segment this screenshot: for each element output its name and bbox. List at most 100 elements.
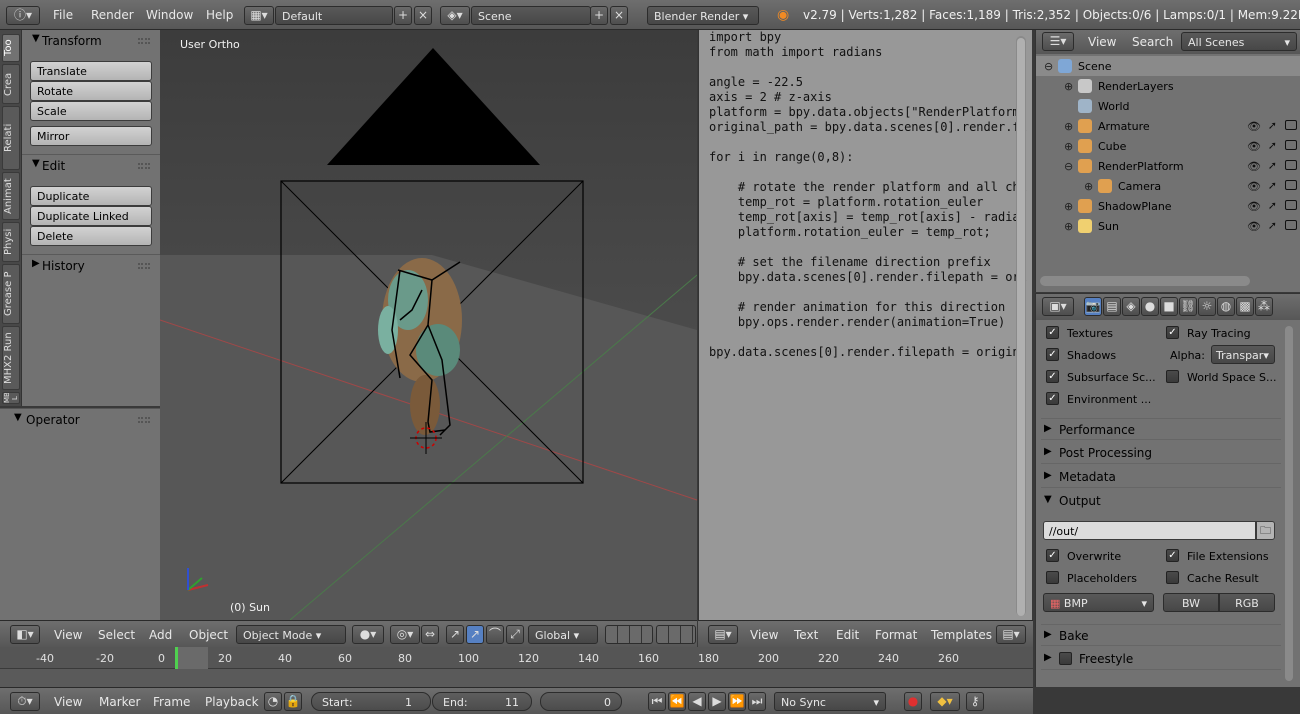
editor-type-outliner-icon[interactable]: ☰▾ — [1042, 32, 1074, 51]
start-frame-field[interactable]: Start: 1 — [311, 692, 431, 711]
menu-select[interactable]: Select — [98, 628, 135, 642]
drag-grip-icon[interactable] — [138, 417, 150, 423]
drag-grip-icon[interactable] — [138, 38, 150, 44]
jump-keyframe-back-icon[interactable]: ⏪ — [668, 692, 686, 711]
render-camera-icon[interactable] — [1285, 140, 1297, 150]
scene-icon[interactable]: ◈▾ — [440, 6, 470, 25]
end-frame-field[interactable]: End: 11 — [432, 692, 532, 711]
pivot-point-icon[interactable]: ◎▾ — [390, 625, 420, 644]
output-path-field[interactable]: //out/ — [1043, 521, 1256, 540]
code-line[interactable]: temp_rot[axis] = temp_rot[axis] - radian — [709, 210, 1027, 225]
jump-end-icon[interactable]: ⏭ — [748, 692, 766, 711]
screen-layout-icon[interactable]: ▦▾ — [244, 6, 274, 25]
alpha-mode-dropdown[interactable]: Transpar▾ — [1211, 345, 1275, 364]
menu-view[interactable]: View — [750, 628, 778, 642]
render-camera-icon[interactable] — [1285, 180, 1297, 190]
subsurface-checkbox[interactable]: ✓ — [1046, 370, 1059, 383]
render-layers-tab-icon[interactable]: ▤ — [1103, 297, 1121, 316]
record-icon[interactable]: ● — [904, 692, 922, 711]
bake-panel-header[interactable]: ▶ Bake — [1041, 624, 1281, 646]
output-panel-header[interactable]: ▼ Output — [1041, 490, 1281, 512]
manipulator-toggle-icon[interactable]: ⇔ — [421, 625, 439, 644]
outliner-item-cube[interactable]: ⊕ Cube 👁 ➚ — [1036, 136, 1300, 156]
code-line[interactable]: platform.rotation_euler = temp_rot; — [709, 225, 1027, 240]
text-editor[interactable]: import bpy from math import radians angle … — [698, 30, 1032, 620]
textures-checkbox[interactable]: ✓ — [1046, 326, 1059, 339]
code-line[interactable]: # set the filename direction prefix — [709, 255, 1027, 270]
viewport-shading-icon[interactable]: ●▾ — [352, 625, 384, 644]
code-line[interactable] — [709, 165, 1027, 180]
visibility-eye-icon[interactable]: 👁 — [1247, 160, 1261, 173]
text-scrollbar[interactable] — [1016, 36, 1026, 616]
code-line[interactable] — [709, 60, 1027, 75]
expand-toggle-icon[interactable]: ⊖ — [1064, 160, 1073, 173]
sync-mode-dropdown[interactable]: No Sync ▾ — [774, 692, 886, 711]
menu-text[interactable]: Text — [794, 628, 818, 642]
editor-type-properties-icon[interactable]: ▣▾ — [1042, 297, 1074, 316]
visibility-eye-icon[interactable]: 👁 — [1247, 200, 1261, 213]
outliner-filter-dropdown[interactable]: All Scenes ▾ — [1181, 32, 1297, 51]
code-line[interactable] — [709, 330, 1027, 345]
manipulator-scale-icon[interactable]: ⤢ — [506, 625, 524, 644]
selectability-cursor-icon[interactable]: ➚ — [1268, 219, 1277, 232]
timeline[interactable]: -40 -20 0 20 40 60 80 100 120 140 160 180 200 220 240 2… — [0, 647, 1033, 687]
outliner-item-renderlayers[interactable]: ⊕ RenderLayers — [1036, 76, 1300, 96]
history-panel-header[interactable]: ▶ History — [22, 254, 160, 276]
texture-tab-icon[interactable]: ▩ — [1236, 297, 1254, 316]
scene-dropdown[interactable]: Scene — [471, 6, 591, 25]
menu-view[interactable]: View — [54, 695, 82, 709]
selectability-cursor-icon[interactable]: ➚ — [1268, 199, 1277, 212]
menu-file[interactable]: File — [53, 8, 73, 22]
code-line[interactable] — [709, 285, 1027, 300]
menu-templates[interactable]: Templates — [931, 628, 992, 642]
menu-object[interactable]: Object — [189, 628, 228, 642]
tab-relations[interactable]: Relati — [2, 106, 20, 170]
code-line[interactable]: angle = -22.5 — [709, 75, 1027, 90]
render-camera-icon[interactable] — [1285, 200, 1297, 210]
transform-panel-header[interactable]: ▼ Transform — [22, 30, 160, 52]
expand-toggle-icon[interactable]: ⊕ — [1064, 120, 1073, 133]
lock-icon[interactable]: 🔒 — [284, 692, 302, 711]
code-line[interactable]: import bpy — [709, 30, 1027, 45]
translate-button[interactable]: Translate — [30, 61, 152, 81]
selectability-cursor-icon[interactable]: ➚ — [1268, 159, 1277, 172]
manipulator-translate-icon[interactable]: ↗ — [446, 625, 464, 644]
keying-set-icon[interactable]: ◆▾ — [930, 692, 960, 711]
code-line[interactable]: temp_rot = platform.rotation_euler — [709, 195, 1027, 210]
add-screen-icon[interactable]: + — [394, 6, 412, 25]
outliner-item-camera[interactable]: ⊕ Camera 👁 ➚ — [1036, 176, 1300, 196]
rgb-button[interactable]: RGB — [1219, 593, 1275, 612]
code-line[interactable]: from math import radians — [709, 45, 1027, 60]
menu-add[interactable]: Add — [149, 628, 172, 642]
code-line[interactable]: # rotate the render platform and all chi — [709, 180, 1027, 195]
folder-icon[interactable]: 🗀 — [1256, 521, 1275, 540]
manipulator-rotate-icon[interactable]: ⌒ — [486, 625, 504, 644]
current-frame-field[interactable]: 0 — [540, 692, 622, 711]
code-line[interactable]: original_path = bpy.data.scenes[0].rende… — [709, 120, 1027, 135]
preview-range-icon[interactable]: ◔ — [264, 692, 282, 711]
operator-panel-header[interactable]: ▼ Operator — [0, 409, 160, 431]
menu-edit[interactable]: Edit — [836, 628, 859, 642]
expand-toggle-icon[interactable]: ⊕ — [1064, 140, 1073, 153]
editor-type-3dview-icon[interactable]: ◧▾ — [10, 625, 40, 644]
remove-screen-icon[interactable]: × — [414, 6, 432, 25]
material-tab-icon[interactable]: ◍ — [1217, 297, 1235, 316]
menu-marker[interactable]: Marker — [99, 695, 140, 709]
keyframe-insert-icon[interactable]: ⚷ — [966, 692, 984, 711]
world-space-checkbox[interactable] — [1166, 370, 1179, 383]
drag-grip-icon[interactable] — [138, 263, 150, 269]
rotate-button[interactable]: Rotate — [30, 81, 152, 101]
menu-playback[interactable]: Playback — [205, 695, 259, 709]
menu-format[interactable]: Format — [875, 628, 917, 642]
editor-type-text-icon[interactable]: ▤▾ — [708, 625, 738, 644]
selectability-cursor-icon[interactable]: ➚ — [1268, 119, 1277, 132]
transform-orientation-dropdown[interactable]: Global ▾ — [528, 625, 598, 644]
visibility-eye-icon[interactable]: 👁 — [1247, 140, 1261, 153]
freestyle-panel-header[interactable]: ▶ Freestyle — [1041, 648, 1281, 670]
tab-create[interactable]: Crea — [2, 64, 20, 104]
particles-tab-icon[interactable]: ⁂ — [1255, 297, 1273, 316]
mirror-button[interactable]: Mirror — [30, 126, 152, 146]
constraints-tab-icon[interactable]: ⛓ — [1179, 297, 1197, 316]
freestyle-checkbox[interactable] — [1059, 652, 1072, 665]
timeline-ruler[interactable]: -40 -20 0 20 40 60 80 100 120 140 160 180 200 220 240 2… — [0, 647, 1033, 669]
